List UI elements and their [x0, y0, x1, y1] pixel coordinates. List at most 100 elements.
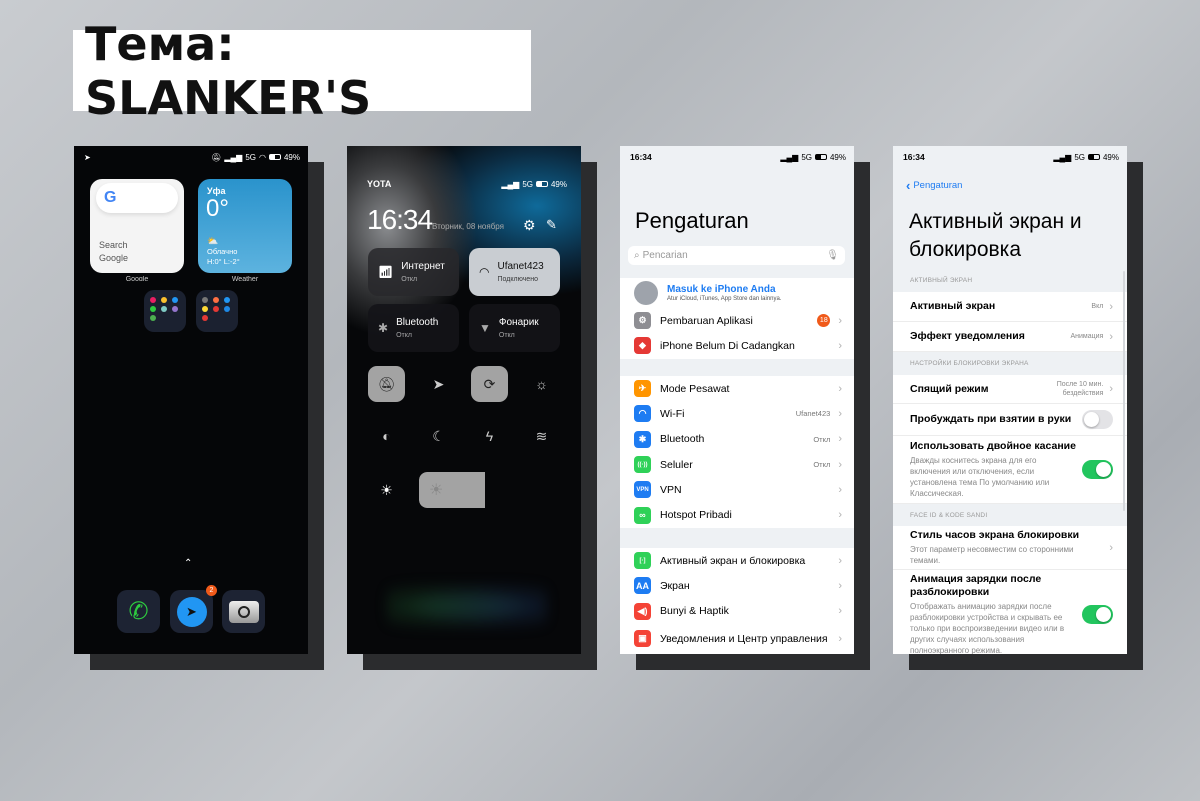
- battery-label: 49%: [1102, 152, 1119, 162]
- row-label: Wi-Fi: [660, 407, 685, 420]
- settings-row[interactable]: ✱ Bluetooth Откл ›: [620, 427, 854, 452]
- notification-badge: 2: [206, 585, 217, 596]
- lock-setting-row[interactable]: Эффект уведомления Анимация ›: [893, 322, 1127, 352]
- lock-setting-row[interactable]: Стиль часов экрана блокировки Этот параме…: [893, 526, 1127, 570]
- cloud-sun-icon: ⛅: [207, 236, 219, 246]
- tile-title: Ufanet423: [497, 261, 544, 272]
- chevron-right-icon: ›: [838, 483, 842, 496]
- network-label: 5G: [1074, 152, 1085, 162]
- settings-row[interactable]: ▣ Уведомления и Центр управления ›: [620, 624, 854, 654]
- row-value: Откл: [813, 434, 831, 444]
- rotation-lock-icon[interactable]: ⟳: [471, 366, 508, 402]
- row-label: Активный экран и блокировка: [660, 554, 806, 567]
- settings-row[interactable]: ◆ iPhone Belum Di Cadangkan ›: [620, 333, 854, 358]
- signal-icon: ▂▄▆: [224, 152, 243, 162]
- settings-row[interactable]: [·] Активный экран и блокировка ›: [620, 548, 854, 573]
- tile-title: Интернет: [401, 261, 445, 272]
- avatar: [634, 281, 658, 305]
- settings-row[interactable]: ∞ Hotspot Pribadi ›: [620, 502, 854, 527]
- lock-screen-settings-screen: 16:34 ▂▄▆ 5G 49% ‹ Pengaturan Активный экра…: [893, 146, 1127, 654]
- tile-state: Откл: [396, 332, 412, 339]
- network-label: 5G: [245, 152, 256, 162]
- home-screen: ➤ 🔕︎ ▂▄▆ 5G ◠ 49% G Search Google Google Уфа…: [74, 146, 308, 654]
- status-bar: ➤ 🔕︎ ▂▄▆ 5G ◠ 49%: [84, 150, 300, 164]
- tile-wifi[interactable]: ◠ Ufanet423 Подключено: [469, 248, 560, 296]
- control-center-screen: YOTA ▂▄▆ 5G 49% 16:34 Вторник, 08 ноября ⚙…: [347, 146, 581, 654]
- camera-app-icon[interactable]: [222, 590, 265, 633]
- app-folder[interactable]: [144, 290, 186, 332]
- google-search-bar[interactable]: G: [96, 183, 178, 213]
- signal-icon: ▂▄▆: [501, 179, 520, 189]
- bolt-icon[interactable]: ϟ: [471, 418, 508, 454]
- auto-brightness-icon[interactable]: ☀: [368, 472, 405, 508]
- edit-icon[interactable]: ✎: [546, 217, 557, 233]
- chevron-right-icon: ›: [838, 314, 842, 327]
- brightness-slider[interactable]: ☀: [419, 472, 560, 508]
- profile-row[interactable]: Masuk ke iPhone Anda Atur iCloud, iTunes,…: [620, 278, 854, 308]
- row-value: Откл: [813, 460, 831, 470]
- settings-screen: 16:34 ▂▄▆ 5G 49% Pengaturan ⌕ Pencarian 🎙︎ M…: [620, 146, 854, 654]
- settings-row[interactable]: ✈ Mode Pesawat ›: [620, 376, 854, 401]
- tile-internet[interactable]: 📶︎ Интернет Откл: [368, 248, 459, 296]
- row-label: Pembaruan Aplikasi: [660, 314, 753, 327]
- tile-flashlight[interactable]: ▼ Фонарик Откл: [469, 304, 560, 352]
- google-search-widget[interactable]: G Search Google: [90, 179, 184, 273]
- row-label: Эффект уведомления: [910, 330, 1025, 342]
- tile-bluetooth[interactable]: ✱ Bluetooth Откл: [368, 304, 459, 352]
- row-value: После 10 мин. бездействия: [1056, 381, 1104, 397]
- tile-state: Откл: [498, 332, 515, 339]
- lock-setting-row[interactable]: Пробуждать при взятии в руки: [893, 404, 1127, 436]
- sun-moon-icon[interactable]: ☼: [523, 366, 560, 402]
- section-header: FACE ID & KODE SANDI: [910, 512, 988, 519]
- settings-row[interactable]: ◠ Wi-Fi Ufanet423 ›: [620, 401, 854, 426]
- location-icon[interactable]: ➤: [420, 366, 457, 402]
- chevron-up-icon[interactable]: ⌃: [184, 558, 192, 569]
- google-widget-label: Search Google: [99, 240, 129, 263]
- settings-row[interactable]: AA Экран ›: [620, 573, 854, 598]
- contrast-icon[interactable]: ◐: [368, 418, 405, 454]
- section-header: АКТИВНЫЙ ЭКРАН: [910, 277, 973, 284]
- telegram-app-icon[interactable]: ➤ 2: [170, 585, 217, 633]
- row-description: Дважды коснитесь экрана для его включени…: [910, 456, 1050, 498]
- row-label: Уведомления и Центр управления: [660, 632, 828, 645]
- settings-gear-icon[interactable]: ⚙: [523, 217, 536, 234]
- scrollbar[interactable]: [1123, 271, 1125, 511]
- page-title: Активный экран и блокировка: [909, 210, 1082, 261]
- toggle-switch[interactable]: [1082, 410, 1113, 429]
- battery-label: 49%: [550, 179, 567, 189]
- mute-bell-icon[interactable]: 🔕︎: [368, 366, 405, 402]
- wifi-icon: ◠: [259, 152, 266, 162]
- lock-setting-row[interactable]: Анимация зарядки после разблокировки Отоб…: [893, 570, 1127, 654]
- search-input[interactable]: ⌕ Pencarian 🎙︎: [628, 246, 845, 265]
- chevron-right-icon: ›: [838, 339, 842, 352]
- page-title: Pengaturan: [635, 208, 749, 233]
- network-label: 5G: [522, 179, 533, 189]
- lock-setting-row[interactable]: Спящий режим После 10 мин. бездействия ›: [893, 375, 1127, 404]
- moon-icon[interactable]: ☾: [420, 418, 457, 454]
- settings-row[interactable]: ⚙ Pembaruan Aplikasi 18 ›: [620, 308, 854, 333]
- carrier-label: YOTA: [367, 179, 392, 189]
- row-label: Bluetooth: [660, 433, 705, 446]
- lock-setting-row[interactable]: Активный экран Вкл ›: [893, 292, 1127, 322]
- settings-row[interactable]: ◀) Bunyi & Haptik ›: [620, 599, 854, 624]
- lock-setting-row[interactable]: Использовать двойное касание Дважды косни…: [893, 436, 1127, 504]
- toggle-switch[interactable]: [1082, 460, 1113, 479]
- status-bar: YOTA ▂▄▆ 5G 49%: [367, 177, 567, 191]
- settings-row[interactable]: VPN VPN ›: [620, 477, 854, 502]
- toggle-switch[interactable]: [1082, 605, 1113, 624]
- tile-state: Подключено: [497, 276, 538, 283]
- bluetooth-off-icon: ✱: [378, 321, 389, 335]
- row-label: Bunyi & Haptik: [660, 605, 729, 618]
- battery-icon: [268, 154, 281, 160]
- app-folder[interactable]: [196, 290, 238, 332]
- layers-icon[interactable]: ≋: [523, 418, 560, 454]
- back-button[interactable]: ‹ Pengaturan: [906, 178, 962, 193]
- sun-icon: ☀: [429, 482, 444, 499]
- weather-widget[interactable]: Уфа 0° ⛅ Облачно H:0° L:-2°: [198, 179, 292, 273]
- settings-group-display: [·] Активный экран и блокировка › AA Экран › ◀…: [620, 548, 854, 654]
- microphone-icon: 🎙︎: [826, 250, 839, 261]
- battery-label: 49%: [283, 152, 300, 162]
- phone-app-icon[interactable]: ✆: [117, 590, 160, 633]
- row-label: VPN: [660, 483, 682, 496]
- settings-row[interactable]: ((·)) Seluler Откл ›: [620, 452, 854, 477]
